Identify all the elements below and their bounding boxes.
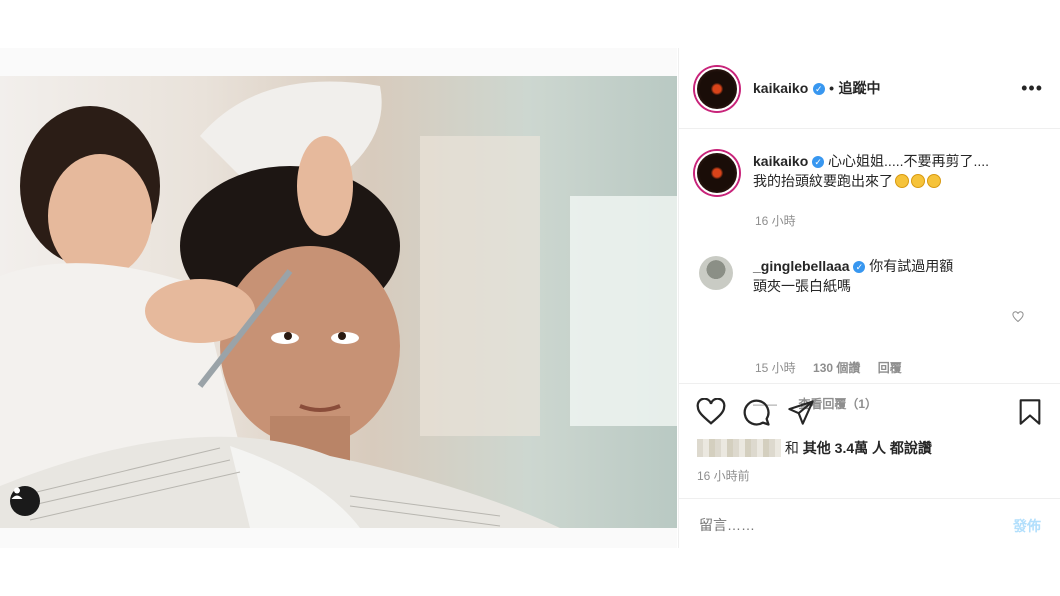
likes-suffix: 都說讚	[889, 440, 932, 456]
post-comment-button[interactable]: 發佈	[1013, 516, 1041, 536]
heart-small-icon[interactable]	[1012, 311, 1024, 323]
likes-summary: 和 其他 3.4萬 人 都說讚	[697, 438, 932, 458]
comments-section: kaikaiko ✓ 心心姐姐.....不要再剪了.... 我的抬頭紋要跑出來了…	[679, 129, 1060, 411]
caption-avatar[interactable]	[695, 151, 739, 195]
instagram-post: kaikaiko ✓ • 追蹤中 ••• kaikaiko ✓ 心心姐姐....…	[0, 48, 1060, 548]
comment-username[interactable]: _ginglebellaaa	[753, 258, 849, 274]
author-line: kaikaiko ✓ • 追蹤中	[753, 78, 881, 98]
weary-face-emoji-icon	[927, 174, 941, 188]
post-photo[interactable]	[0, 76, 677, 528]
weary-face-emoji-icon	[911, 174, 925, 188]
photo-area	[0, 48, 677, 548]
comment-input[interactable]	[697, 511, 981, 539]
photo-illustration	[0, 81, 677, 528]
comment-line-1: 你有試過用額	[869, 258, 954, 274]
comment-likes[interactable]: 130 個讚	[813, 361, 860, 375]
verified-badge-icon: ✓	[812, 156, 825, 169]
caption-line-2: 我的抬頭紋要跑出來了	[753, 173, 893, 189]
heart-icon[interactable]	[696, 398, 726, 426]
bookmark-icon[interactable]	[1017, 398, 1043, 426]
author-avatar[interactable]	[695, 67, 739, 111]
comment-time[interactable]: 15 小時	[755, 361, 796, 375]
separator-dot: •	[829, 80, 835, 96]
author-username[interactable]: kaikaiko	[753, 80, 808, 96]
post-header: kaikaiko ✓ • 追蹤中 •••	[679, 48, 1060, 129]
caption-line-1: 心心姐姐.....不要再剪了....	[828, 153, 990, 169]
caption-username[interactable]: kaikaiko	[753, 153, 808, 169]
user-tag-button[interactable]	[10, 486, 40, 516]
reply-button[interactable]: 回覆	[878, 361, 902, 375]
more-options-icon[interactable]: •••	[1021, 78, 1043, 99]
commenter-avatar[interactable]	[699, 256, 733, 290]
caption-time[interactable]: 16 小時	[755, 212, 796, 229]
add-comment-bar: 發佈	[679, 498, 1060, 549]
comment-text: _ginglebellaaa ✓ 你有試過用額 頭夾一張白紙嗎	[753, 256, 1013, 296]
follow-status-button[interactable]: 追蹤中	[839, 80, 881, 96]
comment-meta: 15 小時 130 個讚 回覆	[755, 359, 902, 376]
likes-others[interactable]: 其他 3.4萬 人	[803, 440, 886, 456]
weary-face-emoji-icon	[895, 174, 909, 188]
liker-avatars-blurred[interactable]	[697, 439, 781, 457]
action-bar: 和 其他 3.4萬 人 都說讚 16 小時前	[679, 383, 1060, 504]
caption-text: kaikaiko ✓ 心心姐姐.....不要再剪了.... 我的抬頭紋要跑出來了	[753, 151, 1043, 191]
share-icon[interactable]	[787, 398, 815, 426]
post-side-panel: kaikaiko ✓ • 追蹤中 ••• kaikaiko ✓ 心心姐姐....…	[678, 48, 1060, 548]
comment-icon[interactable]	[741, 397, 771, 427]
verified-badge-icon: ✓	[853, 261, 866, 274]
post-time[interactable]: 16 小時前	[697, 467, 750, 484]
verified-badge-icon: ✓	[812, 82, 825, 95]
comment-line-2: 頭夾一張白紙嗎	[753, 278, 851, 294]
likes-and: 和	[784, 440, 799, 456]
user-tag-icon	[11, 487, 23, 499]
